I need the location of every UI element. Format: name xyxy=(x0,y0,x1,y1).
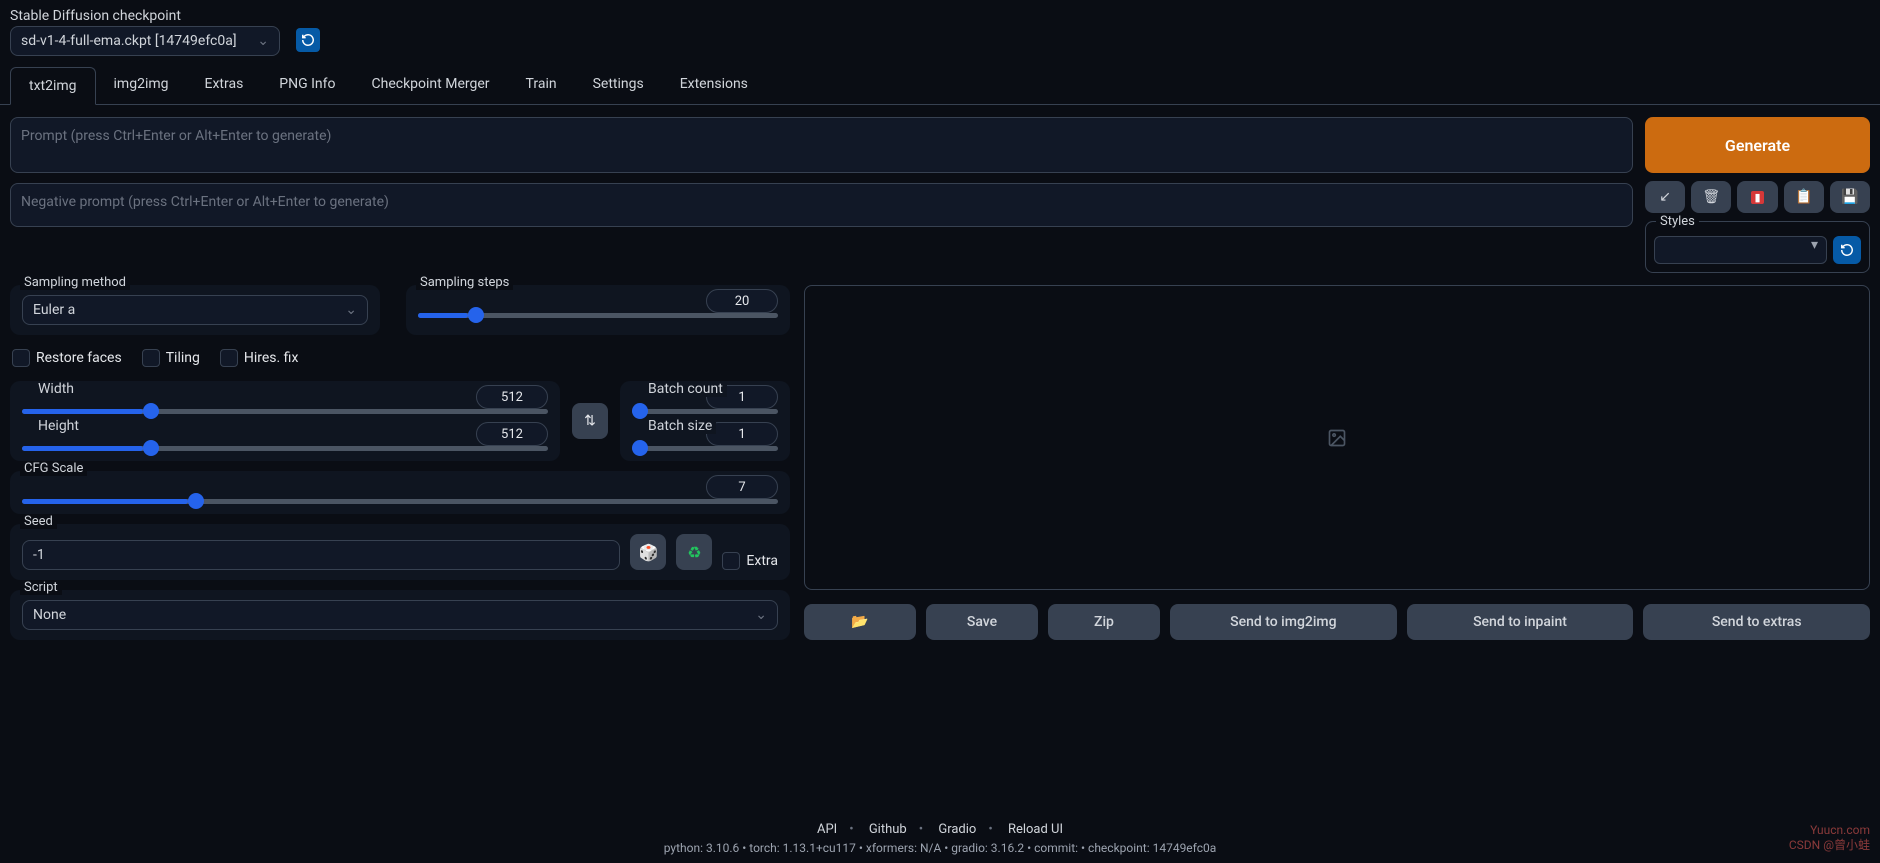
sampling-method-label: Sampling method xyxy=(20,275,130,290)
refresh-styles-button[interactable] xyxy=(1833,236,1861,264)
footer-api-link[interactable]: API xyxy=(817,822,837,837)
footer: API• Github• Gradio• Reload UI python: 3… xyxy=(0,822,1880,855)
footer-versions: python: 3.10.6 • torch: 1.13.1+cu117 • x… xyxy=(0,841,1880,855)
recycle-icon: ♻ xyxy=(687,543,701,562)
script-value: None xyxy=(33,607,66,623)
extra-networks-button[interactable]: ▮ xyxy=(1737,181,1777,213)
send-to-inpaint-button[interactable]: Send to inpaint xyxy=(1407,604,1634,640)
styles-dropdown[interactable]: ▾ xyxy=(1654,236,1827,264)
batch-count-slider[interactable] xyxy=(632,409,778,414)
sampling-steps-slider[interactable] xyxy=(418,313,778,318)
watermark-bottom: CSDN @曾小蛙 xyxy=(1789,836,1870,853)
height-slider[interactable] xyxy=(22,446,548,451)
chevron-down-icon: ⌄ xyxy=(345,302,357,318)
generate-button[interactable]: Generate xyxy=(1645,117,1870,173)
image-placeholder-icon xyxy=(1327,428,1347,448)
trash-icon: 🗑 xyxy=(1702,189,1720,205)
arrow-button[interactable]: ↙ xyxy=(1645,181,1685,213)
height-label: Height xyxy=(34,418,83,434)
script-dropdown[interactable]: None ⌄ xyxy=(22,600,778,630)
refresh-icon xyxy=(1840,243,1854,257)
styles-label: Styles xyxy=(1656,214,1699,229)
cfg-label: CFG Scale xyxy=(20,461,87,476)
footer-gradio-link[interactable]: Gradio xyxy=(938,822,976,837)
refresh-icon xyxy=(301,33,315,47)
folder-icon: 📂 xyxy=(851,614,868,630)
chevron-down-icon: ⌄ xyxy=(755,607,767,623)
swap-dimensions-button[interactable]: ⇅ xyxy=(572,403,608,439)
hires-fix-checkbox[interactable]: Hires. fix xyxy=(220,349,299,367)
tab-pnginfo[interactable]: PNG Info xyxy=(261,66,353,104)
send-to-img2img-button[interactable]: Send to img2img xyxy=(1170,604,1397,640)
prompt-input[interactable]: Prompt (press Ctrl+Enter or Alt+Enter to… xyxy=(10,117,1633,173)
open-folder-button[interactable]: 📂 xyxy=(804,604,916,640)
seed-label: Seed xyxy=(20,514,57,529)
batch-size-slider[interactable] xyxy=(632,446,778,451)
output-preview xyxy=(804,285,1870,590)
tab-checkpoint-merger[interactable]: Checkpoint Merger xyxy=(354,66,508,104)
negative-prompt-input[interactable]: Negative prompt (press Ctrl+Enter or Alt… xyxy=(10,183,1633,227)
footer-reload-link[interactable]: Reload UI xyxy=(1008,822,1063,837)
save-style-button[interactable]: 💾 xyxy=(1830,181,1870,213)
batch-count-label: Batch count xyxy=(644,381,727,397)
paste-button[interactable]: 📋 xyxy=(1784,181,1824,213)
batch-size-label: Batch size xyxy=(644,418,716,434)
sampling-steps-label: Sampling steps xyxy=(416,275,513,290)
send-to-extras-button[interactable]: Send to extras xyxy=(1643,604,1870,640)
cfg-slider[interactable] xyxy=(22,499,778,504)
tab-settings[interactable]: Settings xyxy=(575,66,662,104)
clear-button[interactable]: 🗑 xyxy=(1691,181,1731,213)
zip-button[interactable]: Zip xyxy=(1048,604,1160,640)
swap-icon: ⇅ xyxy=(584,413,596,429)
card-icon: ▮ xyxy=(1751,191,1763,204)
seed-input[interactable]: -1 xyxy=(22,540,620,570)
footer-github-link[interactable]: Github xyxy=(869,822,907,837)
height-value[interactable]: 512 xyxy=(476,422,548,446)
clipboard-icon: 📋 xyxy=(1795,189,1812,205)
restore-faces-checkbox[interactable]: Restore faces xyxy=(12,349,122,367)
tab-img2img[interactable]: img2img xyxy=(96,66,187,104)
watermark-top: Yuucn.com xyxy=(1810,823,1870,837)
cfg-value[interactable]: 7 xyxy=(706,475,778,499)
reuse-seed-button[interactable]: ♻ xyxy=(676,534,712,570)
refresh-checkpoint-button[interactable] xyxy=(296,28,320,52)
batch-size-value[interactable]: 1 xyxy=(706,422,778,446)
seed-extra-checkbox[interactable]: Extra xyxy=(722,552,778,570)
checkpoint-value: sd-v1-4-full-ema.ckpt [14749efc0a] xyxy=(21,33,237,49)
sampling-steps-value[interactable]: 20 xyxy=(706,289,778,313)
random-seed-button[interactable]: 🎲 xyxy=(630,534,666,570)
chevron-down-icon: ⌄ xyxy=(257,33,269,49)
arrow-icon: ↙ xyxy=(1659,189,1671,205)
tab-extensions[interactable]: Extensions xyxy=(662,66,766,104)
tab-extras[interactable]: Extras xyxy=(187,66,262,104)
width-label: Width xyxy=(34,381,78,397)
sampling-method-value: Euler a xyxy=(33,302,75,318)
save-button[interactable]: Save xyxy=(926,604,1038,640)
tab-txt2img[interactable]: txt2img xyxy=(10,67,96,105)
width-slider[interactable] xyxy=(22,409,548,414)
main-tabs: txt2img img2img Extras PNG Info Checkpoi… xyxy=(0,66,1880,105)
dice-icon: 🎲 xyxy=(638,543,658,562)
script-label: Script xyxy=(20,580,62,595)
sampling-method-dropdown[interactable]: Euler a ⌄ xyxy=(22,295,368,325)
tab-train[interactable]: Train xyxy=(508,66,575,104)
checkpoint-dropdown[interactable]: sd-v1-4-full-ema.ckpt [14749efc0a] ⌄ xyxy=(10,26,280,56)
width-value[interactable]: 512 xyxy=(476,385,548,409)
save-icon: 💾 xyxy=(1841,189,1858,205)
checkpoint-label: Stable Diffusion checkpoint xyxy=(10,8,280,24)
tiling-checkbox[interactable]: Tiling xyxy=(142,349,200,367)
